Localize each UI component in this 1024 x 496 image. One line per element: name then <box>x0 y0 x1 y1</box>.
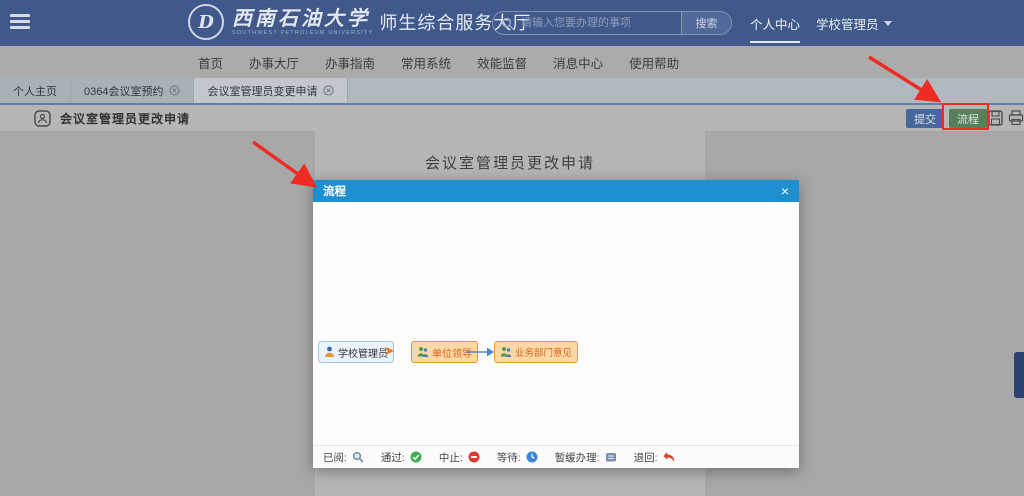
legend-label: 通过: <box>380 451 405 464</box>
legend-label: 退回: <box>633 451 658 464</box>
flow-node-label: 单位领导 <box>432 348 472 360</box>
waiting-circle-icon <box>526 451 538 463</box>
app-window: D 西南石油大学 SOUTHWEST PETROLEUM UNIVERSITY … <box>0 0 1024 496</box>
search-icon <box>501 17 514 30</box>
main-nav: 首页 办事大厅 办事指南 常用系统 效能监督 消息中心 使用帮助 <box>0 46 1024 78</box>
nav-item-supervision[interactable]: 效能监督 <box>477 53 527 72</box>
personal-center-link[interactable]: 个人中心 <box>750 14 801 43</box>
stop-circle-icon <box>468 451 480 463</box>
flow-chevron-icon: ➤ <box>384 343 395 358</box>
nav-item-service-hall[interactable]: 办事大厅 <box>249 53 299 72</box>
toolbar-title: 会议室管理员更改申请 <box>60 111 191 126</box>
hamburger-menu-icon[interactable] <box>10 14 30 29</box>
university-logo-icon: D <box>188 4 224 40</box>
tab-meeting-room-booking[interactable]: 0364会议室预约 <box>71 78 195 103</box>
flow-modal: 流程 × 学校管理员 ➤ 单位领导 业务部门意见 已阅: 通过: 中止: 等待:… <box>313 180 799 468</box>
tab-strip: 个人主页 0364会议室预约 会议室管理员变更申请 <box>0 78 1024 103</box>
nav-item-help[interactable]: 使用帮助 <box>629 53 679 72</box>
legend-waiting: 等待: <box>497 450 538 465</box>
modal-title: 流程 <box>323 186 346 198</box>
flow-node-label: 学校管理员 <box>338 348 388 360</box>
flow-node-business-dept[interactable]: 业务部门意见 <box>494 341 579 363</box>
tab-label: 个人主页 <box>13 85 57 98</box>
nav-item-home[interactable]: 首页 <box>198 53 223 72</box>
group-icon <box>500 347 512 357</box>
person-icon <box>325 346 334 357</box>
annotation-arrow-to-modal <box>251 140 318 188</box>
tab-personal-home[interactable]: 个人主页 <box>0 78 71 103</box>
flow-node-school-admin[interactable]: 学校管理员 <box>318 341 394 363</box>
magnifier-icon <box>352 451 364 463</box>
side-floating-tab[interactable] <box>1014 352 1024 398</box>
university-name-en: SOUTHWEST PETROLEUM UNIVERSITY <box>232 29 374 36</box>
legend-read: 已阅: <box>323 450 364 465</box>
check-circle-icon <box>410 451 422 463</box>
search-bar: 搜索 <box>492 11 732 35</box>
form-title: 会议室管理员更改申请 <box>424 155 595 172</box>
modal-close-icon[interactable]: × <box>781 184 789 198</box>
nav-item-guide[interactable]: 办事指南 <box>325 53 375 72</box>
legend-returned: 退回: <box>634 450 676 465</box>
search-button[interactable]: 搜索 <box>681 12 731 34</box>
tab-close-icon[interactable] <box>169 85 181 96</box>
flow-legend: 已阅: 通过: 中止: 等待: 暂缓办理: 退回: <box>313 445 799 468</box>
search-input[interactable] <box>493 12 681 34</box>
university-name: 西南石油大学 <box>232 5 370 30</box>
save-icon[interactable] <box>988 110 1003 126</box>
flow-diagram: 学校管理员 ➤ 单位领导 业务部门意见 <box>313 202 799 445</box>
legend-label: 中止: <box>438 451 463 464</box>
nav-item-systems[interactable]: 常用系统 <box>401 53 451 72</box>
legend-label: 已阅: <box>323 451 347 464</box>
flow-node-unit-leader[interactable]: 单位领导 <box>411 341 478 363</box>
legend-passed: 通过: <box>381 450 422 465</box>
tab-label: 会议室管理员变更申请 <box>207 85 318 98</box>
role-dropdown[interactable]: 学校管理员 <box>816 14 892 33</box>
form-badge-icon <box>34 109 51 127</box>
submit-button[interactable]: 提交 <box>906 109 944 128</box>
legend-postponed: 暂缓办理: <box>555 450 617 465</box>
tab-close-icon[interactable] <box>323 85 335 96</box>
top-header: D 西南石油大学 SOUTHWEST PETROLEUM UNIVERSITY … <box>0 0 1024 46</box>
pause-square-icon <box>605 453 616 462</box>
legend-label: 等待: <box>496 451 521 464</box>
caret-down-icon <box>883 21 892 26</box>
legend-label: 暂缓办理: <box>554 451 600 464</box>
tab-label: 0364会议室预约 <box>84 85 164 98</box>
form-toolbar: 会议室管理员更改申请 提交 流程 <box>0 103 1024 131</box>
print-icon[interactable] <box>1008 110 1024 126</box>
group-icon <box>417 347 429 357</box>
modal-header[interactable]: 流程 × <box>313 180 799 202</box>
flow-button[interactable]: 流程 <box>949 109 987 128</box>
tab-admin-change-request[interactable]: 会议室管理员变更申请 <box>194 78 349 103</box>
nav-item-messages[interactable]: 消息中心 <box>553 53 603 72</box>
return-arrow-icon <box>663 452 674 462</box>
role-dropdown-label: 学校管理员 <box>816 18 879 32</box>
legend-terminated: 中止: <box>439 450 480 465</box>
flow-node-label: 业务部门意见 <box>515 348 573 359</box>
